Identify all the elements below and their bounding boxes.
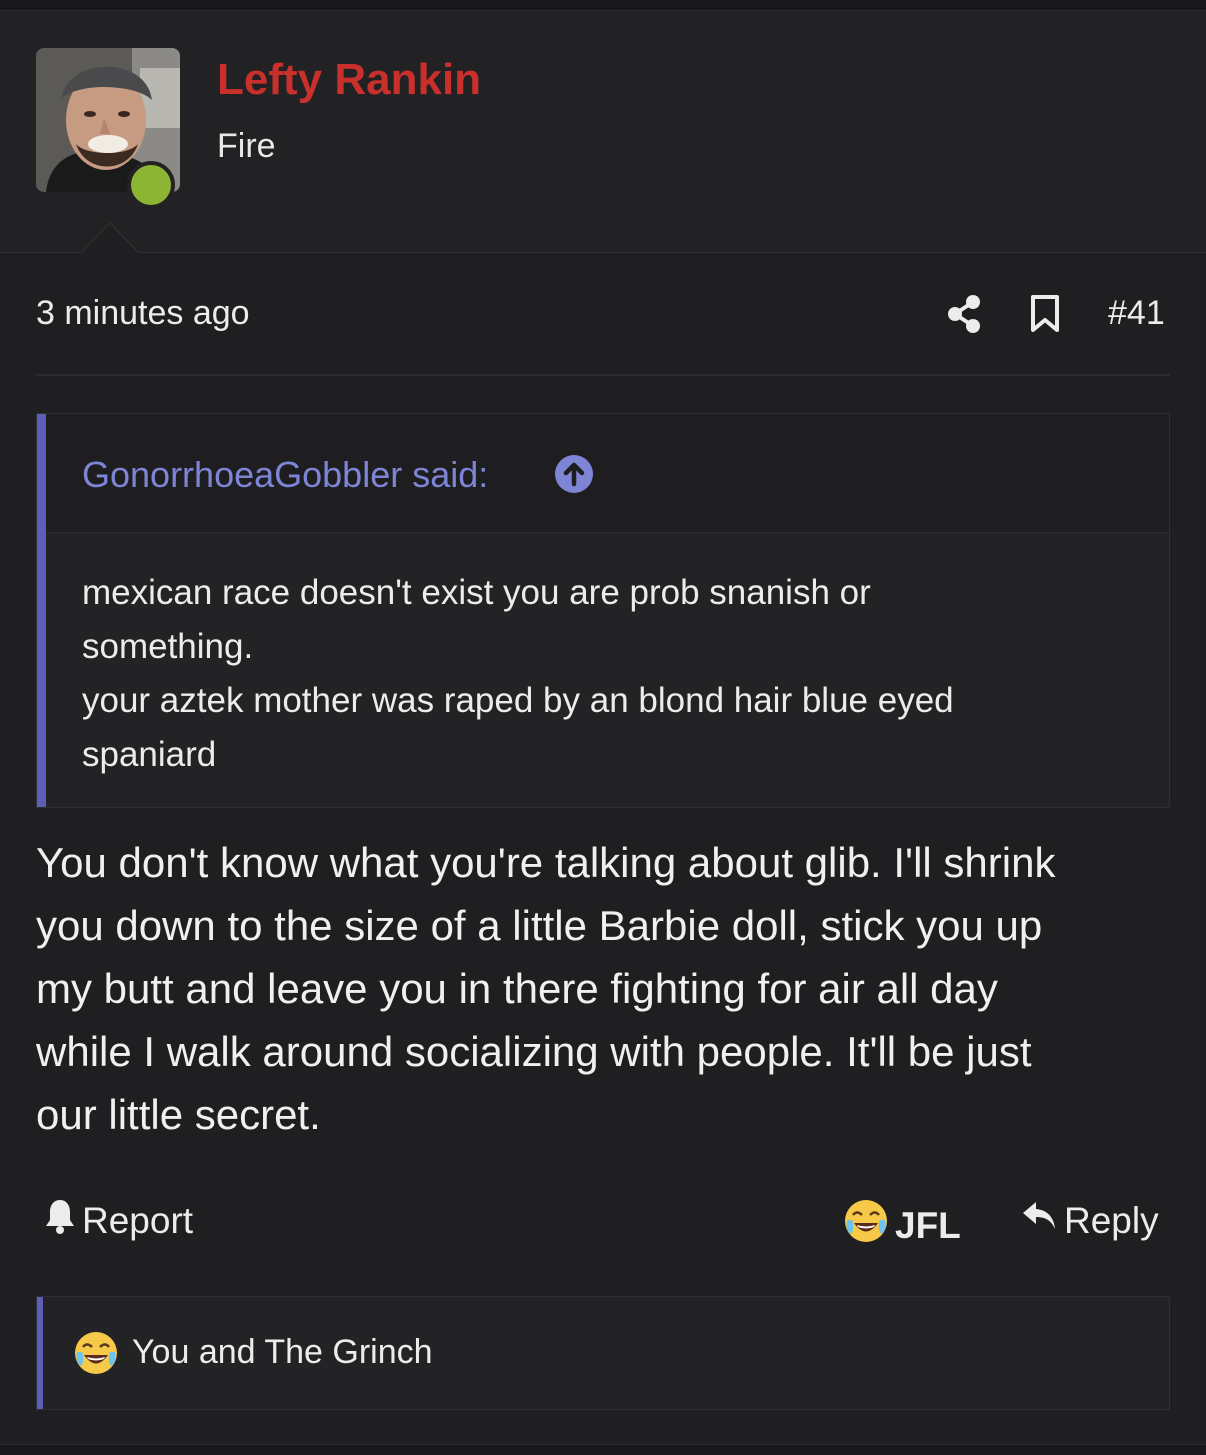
post-body-line: You don't know what you're talking about… [36, 839, 1056, 886]
post-body-line: while I walk around socializing with peo… [36, 1028, 1032, 1075]
quote-line: your aztek mother was raped by an blond … [82, 681, 954, 720]
card-pointer-arrow-fill [82, 224, 138, 253]
quote-author[interactable]: GonorrhoeaGobbler said: [82, 454, 488, 496]
reply-label: Reply [1064, 1199, 1159, 1241]
crying-laughing-emoji-icon [843, 1198, 895, 1253]
post-body-line: our little secret. [36, 1091, 321, 1138]
reactions-accent-bar [37, 1297, 43, 1409]
report-button[interactable]: Report [44, 1198, 193, 1243]
quote-accent-bar [37, 414, 46, 807]
reply-button[interactable]: Reply [1020, 1198, 1159, 1243]
quote-line: spaniard [82, 735, 217, 774]
quote-header: GonorrhoeaGobbler said: [46, 414, 1169, 533]
reactions-text[interactable]: You and The Grinch [132, 1333, 433, 1372]
post-body-line: my butt and leave you in there fighting … [36, 965, 998, 1012]
meta-divider [36, 374, 1170, 376]
post-number[interactable]: #41 [1108, 294, 1165, 333]
quote-content: mexican race doesn't exist you are prob … [82, 566, 1142, 782]
online-status-indicator [127, 161, 175, 209]
top-divider [0, 0, 1206, 11]
user-card: Lefty Rankin Fire [0, 11, 1206, 253]
reply-arrow-icon [1020, 1198, 1064, 1243]
post-body: You don't know what you're talking about… [36, 831, 1176, 1146]
report-label: Report [82, 1199, 194, 1241]
arrow-up-circle-icon[interactable] [554, 454, 594, 499]
quote-block: GonorrhoeaGobbler said: mexican race doe… [36, 413, 1170, 808]
jfl-reaction-button[interactable]: JFL [843, 1198, 961, 1253]
jfl-label: JFL [895, 1204, 961, 1246]
username[interactable]: Lefty Rankin [217, 55, 481, 105]
post-body-line: you down to the size of a little Barbie … [36, 902, 1043, 949]
bottom-divider [0, 1444, 1206, 1455]
bell-icon [44, 1198, 82, 1243]
quote-line: something. [82, 627, 254, 666]
reactions-bar[interactable]: You and The Grinch [36, 1296, 1170, 1410]
share-icon[interactable] [946, 294, 982, 339]
user-title: Fire [217, 127, 276, 165]
crying-laughing-emoji-icon [73, 1330, 119, 1381]
bookmark-icon[interactable] [1030, 294, 1060, 339]
quote-line: mexican race doesn't exist you are prob … [82, 573, 871, 612]
post-timestamp[interactable]: 3 minutes ago [36, 294, 250, 333]
